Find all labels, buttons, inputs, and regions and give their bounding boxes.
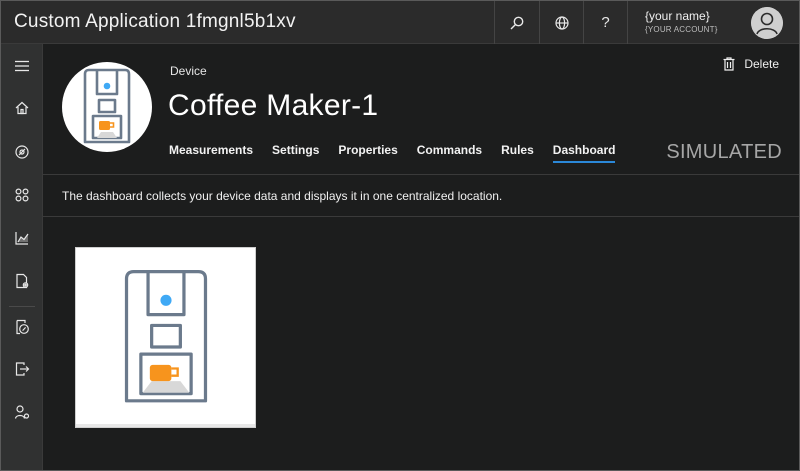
help-button[interactable]: ?	[583, 1, 627, 44]
device-explorer-icon	[15, 145, 29, 159]
coffee-maker-icon	[83, 68, 131, 144]
search-button[interactable]	[494, 1, 538, 44]
sidebar-item-data-export[interactable]	[1, 351, 43, 387]
data-export-icon	[15, 362, 30, 376]
app-window: Custom Application 1fmgnl5b1xv ? {your n…	[0, 0, 800, 471]
help-icon: ?	[601, 14, 610, 31]
simulated-badge: SIMULATED	[666, 141, 782, 163]
account-subtitle: {YOUR ACCOUNT}	[645, 25, 718, 34]
language-button[interactable]	[539, 1, 583, 44]
tab-settings[interactable]: Settings	[272, 143, 319, 163]
sidebar-item-device-explorer[interactable]	[1, 134, 43, 170]
search-icon	[510, 16, 523, 29]
app-title: Custom Application 1fmgnl5b1xv	[14, 11, 296, 32]
dashboard-image-tile[interactable]	[75, 247, 256, 428]
sidebar	[1, 44, 43, 470]
account-name: {your name}	[645, 9, 710, 23]
delete-label: Delete	[744, 57, 779, 71]
device-image	[62, 62, 152, 152]
sidebar-item-rules[interactable]	[1, 309, 43, 345]
device-sets-icon	[15, 188, 29, 202]
sidebar-item-device-templates[interactable]	[1, 263, 43, 299]
top-bar: Custom Application 1fmgnl5b1xv ? {your n…	[1, 1, 799, 44]
device-type-label: Device	[170, 64, 207, 78]
tab-dashboard[interactable]: Dashboard	[552, 143, 615, 163]
sidebar-item-device-sets[interactable]	[1, 177, 43, 213]
sidebar-item-home[interactable]	[1, 90, 43, 126]
rules-icon	[16, 319, 29, 335]
home-icon	[15, 101, 29, 115]
dashboard-description-bar: The dashboard collects your device data …	[43, 174, 799, 217]
device-name: Coffee Maker-1	[168, 89, 379, 122]
dashboard-description: The dashboard collects your device data …	[62, 189, 503, 203]
tab-rules[interactable]: Rules	[501, 143, 534, 163]
coffee-maker-icon	[124, 269, 207, 402]
administration-icon	[14, 405, 30, 419]
delete-button[interactable]: Delete	[723, 57, 779, 71]
hamburger-icon	[15, 60, 29, 72]
user-avatar-icon	[751, 7, 783, 39]
account-menu[interactable]: {your name} {YOUR ACCOUNT}	[627, 1, 799, 44]
sidebar-item-analytics[interactable]	[1, 220, 43, 256]
sidebar-item-menu[interactable]	[1, 48, 43, 84]
analytics-icon	[15, 232, 29, 245]
main-content: Device Coffee Maker-1 Delete Measurement…	[43, 44, 799, 470]
tab-measurements[interactable]: Measurements	[169, 143, 253, 163]
tab-commands[interactable]: Commands	[417, 143, 482, 163]
avatar[interactable]	[751, 7, 783, 39]
device-tabs: Measurements Settings Properties Command…	[169, 143, 634, 163]
device-header: Device Coffee Maker-1 Delete Measurement…	[43, 44, 799, 174]
tab-properties[interactable]: Properties	[338, 143, 397, 163]
device-templates-icon	[16, 273, 29, 289]
sidebar-divider	[9, 306, 35, 307]
globe-icon	[554, 15, 569, 30]
sidebar-item-administration[interactable]	[1, 394, 43, 430]
trash-icon	[723, 57, 735, 71]
